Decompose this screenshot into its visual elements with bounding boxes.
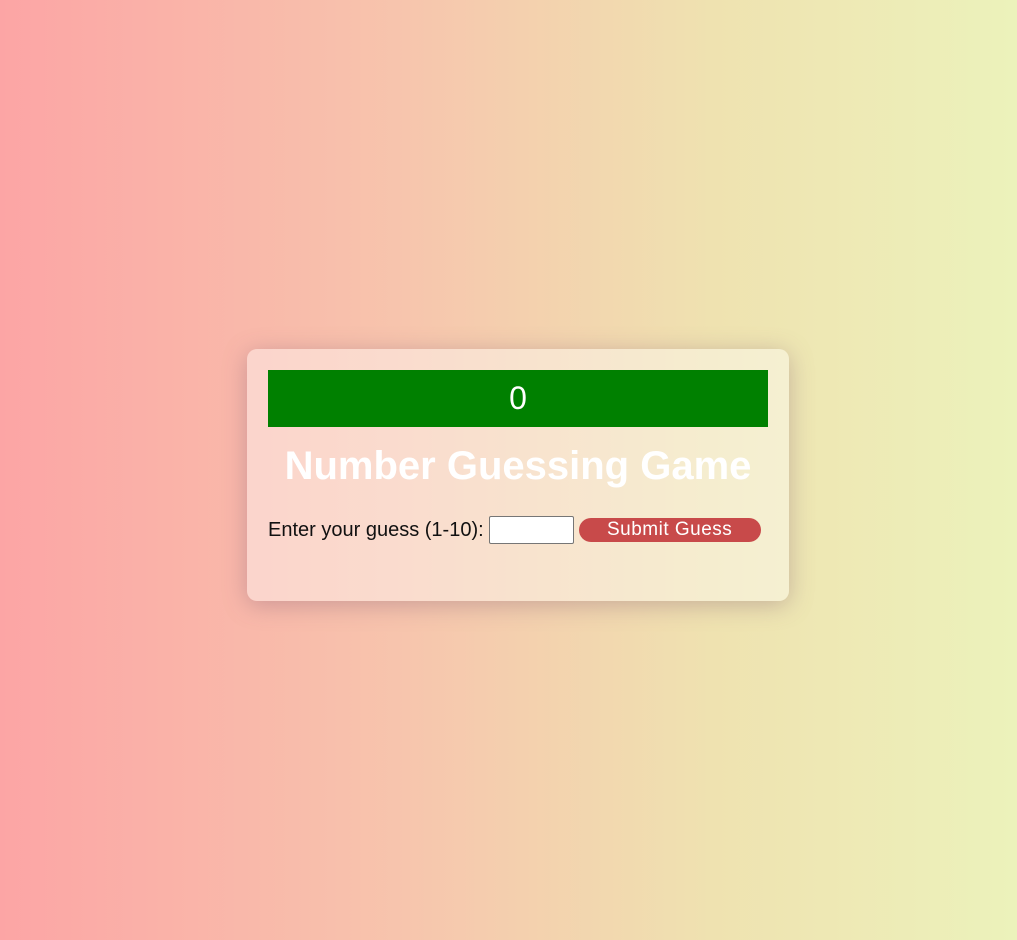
guess-label: Enter your guess (1-10): — [268, 518, 484, 541]
submit-guess-button[interactable]: Submit Guess — [578, 518, 761, 542]
game-card: 0 Number Guessing Game Enter your guess … — [247, 349, 789, 601]
guess-form: Enter your guess (1-10): Submit Guess — [268, 515, 768, 545]
guess-input[interactable] — [488, 516, 574, 544]
page-title: Number Guessing Game — [284, 444, 752, 488]
score-counter: 0 — [268, 370, 768, 427]
